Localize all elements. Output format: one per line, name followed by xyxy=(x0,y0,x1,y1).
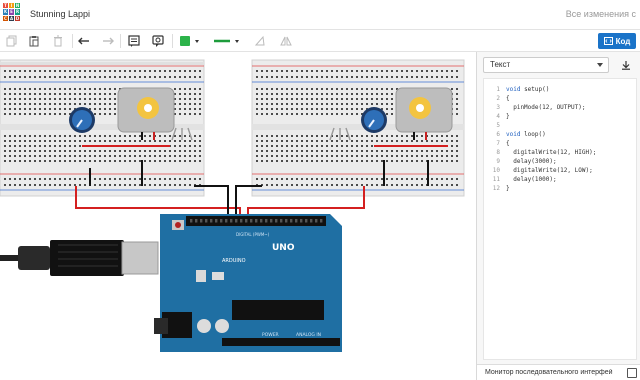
code-line[interactable]: 8 digitalWrite(12, HIGH); xyxy=(484,148,638,157)
dc-motor-left[interactable] xyxy=(117,87,175,140)
comment-toggle-icon[interactable] xyxy=(150,33,166,49)
tinkercad-logo[interactable]: TIN KER CAD xyxy=(3,3,20,27)
line-number: 3 xyxy=(496,104,500,111)
digital-label: DIGITAL (PWM~) xyxy=(236,232,270,237)
toolbar: Код xyxy=(0,30,640,52)
chevron-down-icon xyxy=(597,63,603,67)
arduino-uno-board[interactable]: DIGITAL (PWM~) UNO ARDUINO POWER ANALOG … xyxy=(154,214,342,352)
code-button[interactable]: Код xyxy=(598,33,636,49)
code-line[interactable]: 11 delay(1000); xyxy=(484,175,638,184)
copy-icon[interactable] xyxy=(4,33,20,49)
code-line[interactable]: 3 pinMode(12, OUTPUT); xyxy=(484,103,638,112)
code-panel: Текст 1 void setup() 2{3 pinMode(12, OUTPU… xyxy=(476,52,640,380)
line-text: delay(1000); xyxy=(506,176,557,183)
serial-monitor-bar[interactable]: Монитор последовательного интерфейса xyxy=(477,364,640,380)
line-text: void setup() xyxy=(506,86,550,93)
logo-tile: I xyxy=(9,3,14,9)
tinkercad-editor: TIN KER CAD Stunning Lappi Все изменения с xyxy=(0,0,640,380)
board-model: UNO xyxy=(272,243,295,253)
header-bar: TIN KER CAD Stunning Lappi Все изменения с xyxy=(0,0,640,30)
redo-icon[interactable] xyxy=(100,33,116,49)
code-line[interactable]: 2{ xyxy=(484,94,638,103)
code-line[interactable]: 6 void loop() xyxy=(484,130,638,139)
logo-tile: C xyxy=(3,15,8,21)
line-number: 10 xyxy=(492,167,500,174)
logo-tile: N xyxy=(15,3,20,9)
line-number: 2 xyxy=(496,95,500,102)
line-number: 6 xyxy=(496,131,500,138)
line-number: 5 xyxy=(496,122,500,129)
code-mode-label: Текст xyxy=(490,60,511,69)
logo-tile: D xyxy=(15,15,20,21)
line-text: } xyxy=(506,113,510,120)
line-number: 4 xyxy=(496,113,500,120)
potentiometer-right[interactable] xyxy=(361,107,387,133)
expand-icon[interactable] xyxy=(627,368,637,378)
line-text: digitalWrite(12, HIGH); xyxy=(506,149,597,156)
logo-tile: T xyxy=(3,3,8,9)
power-label: POWER xyxy=(262,332,279,338)
line-text: { xyxy=(506,140,510,147)
potentiometer-left[interactable] xyxy=(69,107,95,133)
board-brand: ARDUINO xyxy=(222,258,246,264)
line-text: } xyxy=(506,185,510,192)
line-text: digitalWrite(12, LOW); xyxy=(506,167,593,174)
trash-icon[interactable] xyxy=(50,33,66,49)
logo-tile: K xyxy=(3,9,8,15)
undo-icon[interactable] xyxy=(76,33,92,49)
circuit-canvas[interactable]: DIGITAL (PWM~) UNO ARDUINO POWER ANALOG … xyxy=(0,52,476,380)
code-line[interactable]: 10 digitalWrite(12, LOW); xyxy=(484,166,638,175)
paste-icon[interactable] xyxy=(26,33,42,49)
line-text: { xyxy=(506,95,510,102)
design-title[interactable]: Stunning Lappi xyxy=(30,9,90,19)
code-line[interactable]: 5 xyxy=(484,121,638,130)
code-line[interactable]: 12} xyxy=(484,184,638,193)
line-text: delay(3000); xyxy=(506,158,557,165)
code-line[interactable]: 7{ xyxy=(484,139,638,148)
code-editor[interactable]: 1 void setup() 2{3 pinMode(12, OUTPUT); 4} 5… xyxy=(483,78,637,360)
code-line[interactable]: 9 delay(3000); xyxy=(484,157,638,166)
code-mode-select[interactable]: Текст xyxy=(483,57,609,73)
line-number: 9 xyxy=(496,158,500,165)
flip-icon[interactable] xyxy=(278,33,294,49)
usb-cable[interactable] xyxy=(0,240,159,276)
code-button-label: Код xyxy=(615,36,631,46)
color-swatch[interactable] xyxy=(178,33,202,49)
code-line[interactable]: 4} xyxy=(484,112,638,121)
line-number: 12 xyxy=(492,185,500,192)
serial-monitor-label: Монитор последовательного интерфейса xyxy=(485,369,613,376)
line-text: pinMode(12, OUTPUT); xyxy=(506,104,586,111)
logo-tile: R xyxy=(15,9,20,15)
analog-label: ANALOG IN xyxy=(296,332,321,338)
wire-style[interactable] xyxy=(212,33,242,49)
line-number: 8 xyxy=(496,149,500,156)
dc-motor-right[interactable] xyxy=(395,87,453,140)
download-icon[interactable] xyxy=(619,58,633,72)
logo-tile: E xyxy=(9,9,14,15)
line-number: 7 xyxy=(496,140,500,147)
line-text: void loop() xyxy=(506,131,546,138)
save-status: Все изменения с xyxy=(565,9,636,19)
line-number: 11 xyxy=(492,176,500,183)
note-icon[interactable] xyxy=(126,33,142,49)
code-line[interactable]: 1 void setup() xyxy=(484,85,638,94)
line-number: 1 xyxy=(496,86,500,93)
rotate-icon[interactable] xyxy=(252,33,268,49)
code-icon xyxy=(603,37,613,45)
logo-tile: A xyxy=(9,15,14,21)
